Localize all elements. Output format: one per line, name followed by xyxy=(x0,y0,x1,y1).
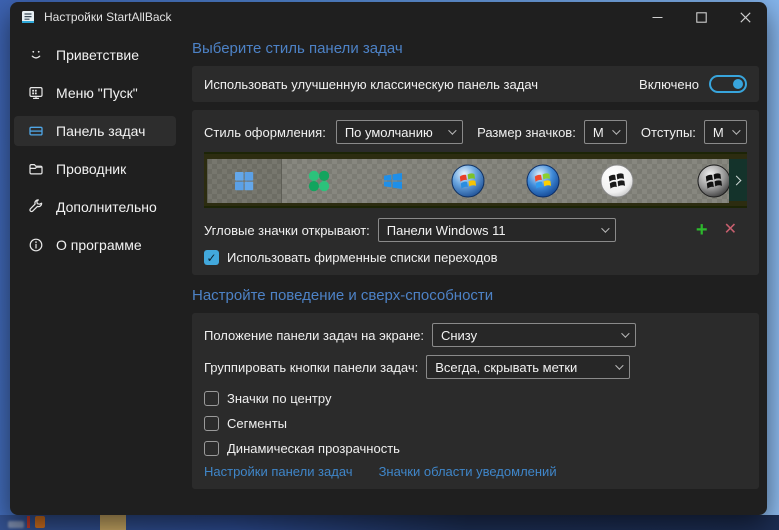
minimize-button[interactable] xyxy=(635,2,679,32)
sidebar-item-start-menu[interactable]: Меню "Пуск" xyxy=(14,78,176,108)
chevron-down-icon xyxy=(732,126,741,135)
chevron-down-icon xyxy=(615,361,624,370)
sidebar-item-label: Панель задач xyxy=(56,123,146,139)
sidebar-item-taskbar[interactable]: Панель задач xyxy=(14,116,176,146)
segments-label: Сегменты xyxy=(227,416,288,431)
preview-style-classic-light-orb[interactable] xyxy=(580,159,655,203)
info-icon xyxy=(28,237,44,253)
grouping-label: Группировать кнопки панели задач: xyxy=(204,359,419,375)
classic-taskbar-toggle[interactable] xyxy=(709,75,747,93)
classic-taskbar-card: Использовать улучшенную классическую пан… xyxy=(192,66,759,102)
taskbar-style-preview xyxy=(204,152,747,208)
chevron-right-icon xyxy=(731,175,742,185)
margins-value: M xyxy=(712,124,724,140)
preview-style-windows-vista-orb[interactable] xyxy=(505,159,580,203)
sidebar-item-label: Проводник xyxy=(56,161,127,177)
wrench-icon xyxy=(28,199,44,215)
start-menu-icon xyxy=(28,85,44,101)
preview-style-classic-dark-orb[interactable] xyxy=(654,159,730,203)
center-icons-label: Значки по центру xyxy=(227,391,332,406)
corner-icons-label: Угловые значки открывают: xyxy=(204,222,370,238)
corner-icons-select[interactable]: Панели Windows 11 xyxy=(377,218,616,242)
toggle-state-label: Включено xyxy=(639,76,699,92)
margins-select[interactable]: M xyxy=(703,120,747,144)
section-header-behavior: Настройте поведение и сверх-способности xyxy=(192,287,494,304)
style-options-card: Стиль оформления: По умолчанию Размер зн… xyxy=(192,110,759,275)
taskbar-settings-page: Выберите стиль панели задач Использовать… xyxy=(180,32,767,515)
checkbox-unchecked-icon[interactable] xyxy=(204,391,219,406)
jump-lists-label: Использовать фирменные списки переходов xyxy=(227,250,498,265)
visual-style-label: Стиль оформления: xyxy=(204,124,326,140)
sidebar-item-label: О программе xyxy=(56,237,142,253)
desktop-taskbar[interactable] xyxy=(0,515,779,530)
margins-label: Отступы: xyxy=(640,124,696,140)
sidebar-item-label: Приветствие xyxy=(56,47,139,63)
checkbox-unchecked-icon[interactable] xyxy=(204,441,219,456)
app-icon xyxy=(20,9,36,25)
smiley-icon xyxy=(28,47,44,63)
position-value: Снизу xyxy=(440,327,478,343)
icon-size-value: M xyxy=(592,124,604,140)
desktop-taskbar-icon[interactable] xyxy=(100,515,126,530)
grouping-select[interactable]: Всегда, скрывать метки xyxy=(426,355,631,379)
sidebar-item-about[interactable]: О программе xyxy=(14,230,176,260)
checkbox-checked-icon[interactable]: ✓ xyxy=(204,250,219,265)
chevron-down-icon xyxy=(600,224,610,233)
center-icons-checkbox-row[interactable]: Значки по центру xyxy=(204,391,747,406)
behavior-card: Положение панели задач на экране: Снизу … xyxy=(192,313,759,489)
title-bar: Настройки StartAllBack xyxy=(10,2,767,32)
dynamic-transparency-label: Динамическая прозрачность xyxy=(227,441,400,456)
preview-scroll-right[interactable] xyxy=(729,159,747,201)
window-title: Настройки StartAllBack xyxy=(44,10,172,24)
sidebar-item-label: Дополнительно xyxy=(56,199,157,215)
sidebar: Приветствие Меню "Пуск" Панель задач Про… xyxy=(10,32,180,515)
checkbox-unchecked-icon[interactable] xyxy=(204,416,219,431)
grouping-value: Всегда, скрывать метки xyxy=(435,359,578,375)
position-label: Положение панели задач на экране: xyxy=(204,327,424,343)
chevron-down-icon xyxy=(448,126,457,135)
jump-lists-checkbox-row[interactable]: ✓ Использовать фирменные списки переходо… xyxy=(204,250,747,265)
corner-icons-value: Панели Windows 11 xyxy=(386,222,506,238)
position-select[interactable]: Снизу xyxy=(431,323,636,347)
maximize-button[interactable] xyxy=(679,2,723,32)
section-header-style: Выберите стиль панели задач xyxy=(192,40,403,57)
classic-taskbar-label: Использовать улучшенную классическую пан… xyxy=(204,76,539,92)
preview-style-windows-11[interactable] xyxy=(207,159,282,203)
folder-icon xyxy=(28,161,44,177)
desktop-taskbar-icon[interactable] xyxy=(35,516,45,528)
icon-size-label: Размер значков: xyxy=(477,124,576,140)
taskbar-icon xyxy=(28,123,44,139)
desktop-taskbar-icon[interactable] xyxy=(27,516,30,528)
sidebar-item-welcome[interactable]: Приветствие xyxy=(14,40,176,70)
taskbar-settings-link[interactable]: Настройки панели задач xyxy=(204,464,353,479)
add-button[interactable]: + xyxy=(696,220,708,240)
notification-area-icons-link[interactable]: Значки области уведомлений xyxy=(379,464,557,479)
preview-style-windows-7-orb[interactable] xyxy=(431,159,506,203)
segments-checkbox-row[interactable]: Сегменты xyxy=(204,416,747,431)
dynamic-transparency-checkbox-row[interactable]: Динамическая прозрачность xyxy=(204,441,747,456)
sidebar-item-explorer[interactable]: Проводник xyxy=(14,154,176,184)
visual-style-value: По умолчанию xyxy=(344,124,433,140)
icon-size-select[interactable]: M xyxy=(583,120,627,144)
remove-button[interactable]: ✕ xyxy=(724,222,737,238)
desktop-taskbar-icon[interactable] xyxy=(8,521,24,528)
sidebar-item-label: Меню "Пуск" xyxy=(56,85,138,101)
chevron-down-icon xyxy=(621,329,630,338)
close-button[interactable] xyxy=(723,2,767,32)
preview-style-startallback-clover[interactable] xyxy=(282,159,357,203)
sidebar-item-advanced[interactable]: Дополнительно xyxy=(14,192,176,222)
visual-style-select[interactable]: По умолчанию xyxy=(335,120,464,144)
startallback-settings-window: Настройки StartAllBack Приветствие Меню … xyxy=(10,2,767,515)
toggle-knob xyxy=(733,79,743,89)
preview-style-windows-10[interactable] xyxy=(356,159,431,203)
chevron-down-icon xyxy=(612,126,621,135)
